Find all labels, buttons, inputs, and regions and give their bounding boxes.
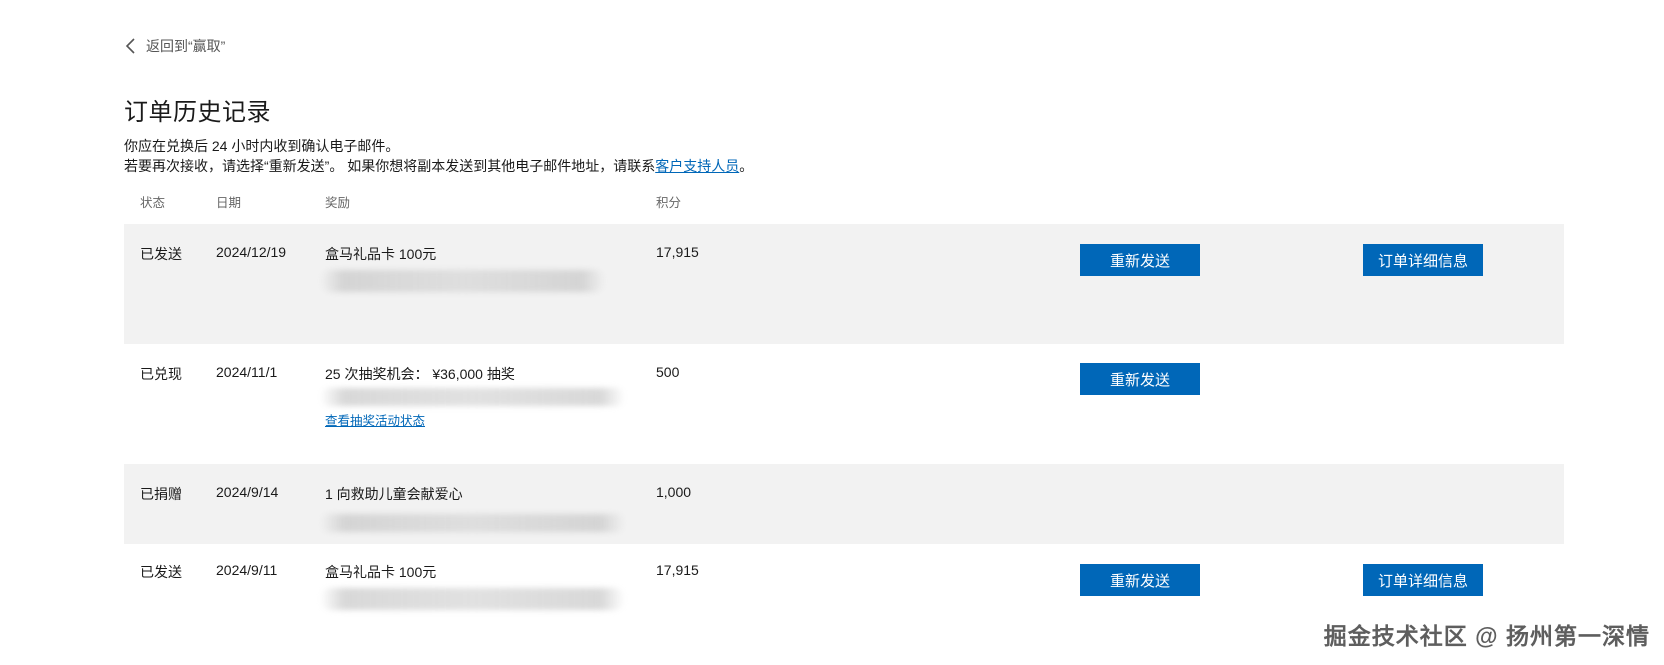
order-points: 500 bbox=[656, 364, 680, 380]
redacted-code bbox=[320, 388, 625, 406]
order-reward: 25 次抽奖机会： ¥36,000 抽奖 bbox=[325, 366, 515, 382]
intro-line-2-suffix: 。 bbox=[739, 158, 754, 174]
intro-text: 你应在兑换后 24 小时内收到确认电子邮件。 若要再次接收，请选择“重新发送”。… bbox=[124, 136, 753, 176]
column-header-points: 积分 bbox=[656, 196, 682, 210]
order-status: 已捐赠 bbox=[140, 486, 182, 502]
order-reward: 盒马礼品卡 100元 bbox=[325, 564, 437, 580]
order-date: 2024/9/14 bbox=[216, 484, 279, 500]
back-link[interactable]: 返回到“赢取” bbox=[124, 36, 225, 56]
order-points: 17,915 bbox=[656, 562, 699, 578]
back-link-label: 返回到“赢取” bbox=[146, 38, 226, 54]
intro-line-2: 若要再次接收，请选择“重新发送”。 如果你想将副本发送到其他电子邮件地址，请联系… bbox=[124, 156, 753, 176]
order-date: 2024/12/19 bbox=[216, 244, 287, 260]
order-details-button[interactable]: 订单详细信息 bbox=[1363, 564, 1483, 596]
redacted-code bbox=[320, 588, 625, 610]
column-header-date: 日期 bbox=[216, 196, 242, 210]
table-row: 已兑现 2024/11/1 25 次抽奖机会： ¥36,000 抽奖 500 查… bbox=[124, 344, 1564, 464]
intro-line-1: 你应在兑换后 24 小时内收到确认电子邮件。 bbox=[124, 138, 400, 154]
customer-support-link[interactable]: 客户支持人员 bbox=[655, 158, 739, 174]
order-reward: 盒马礼品卡 100元 bbox=[325, 246, 437, 262]
column-header-reward: 奖励 bbox=[325, 196, 351, 210]
order-status: 已发送 bbox=[140, 246, 182, 262]
resend-button[interactable]: 重新发送 bbox=[1080, 564, 1200, 596]
order-reward: 1 向救助儿童会献爱心 bbox=[325, 486, 463, 502]
resend-button[interactable]: 重新发送 bbox=[1080, 244, 1200, 276]
order-points: 17,915 bbox=[656, 244, 699, 260]
page-title: 订单历史记录 bbox=[124, 99, 271, 126]
view-sweepstakes-status-link[interactable]: 查看抽奖活动状态 bbox=[325, 410, 425, 429]
column-header-status: 状态 bbox=[140, 196, 166, 210]
watermark: 掘金技术社区 @ 扬州第一深情 bbox=[1323, 623, 1650, 649]
order-date: 2024/9/11 bbox=[216, 562, 278, 578]
order-points: 1,000 bbox=[656, 484, 692, 500]
order-date: 2024/11/1 bbox=[216, 364, 278, 380]
table-row: 已发送 2024/12/19 盒马礼品卡 100元 17,915 重新发送 订单… bbox=[124, 224, 1564, 344]
table-header: 状态 日期 奖励 积分 bbox=[124, 192, 1564, 212]
table-row: 已捐赠 2024/9/14 1 向救助儿童会献爱心 1,000 bbox=[124, 464, 1564, 544]
order-details-button[interactable]: 订单详细信息 bbox=[1363, 244, 1483, 276]
resend-button[interactable]: 重新发送 bbox=[1080, 363, 1200, 395]
table-row: 已发送 2024/9/11 盒马礼品卡 100元 17,915 重新发送 订单详… bbox=[124, 544, 1564, 624]
redacted-code bbox=[320, 514, 625, 532]
redacted-code bbox=[320, 270, 605, 292]
intro-line-2-prefix: 若要再次接收，请选择“重新发送”。 如果你想将副本发送到其他电子邮件地址，请联系 bbox=[124, 158, 656, 174]
order-status: 已兑现 bbox=[140, 366, 182, 382]
chevron-left-icon bbox=[125, 38, 135, 54]
order-status: 已发送 bbox=[140, 564, 182, 580]
